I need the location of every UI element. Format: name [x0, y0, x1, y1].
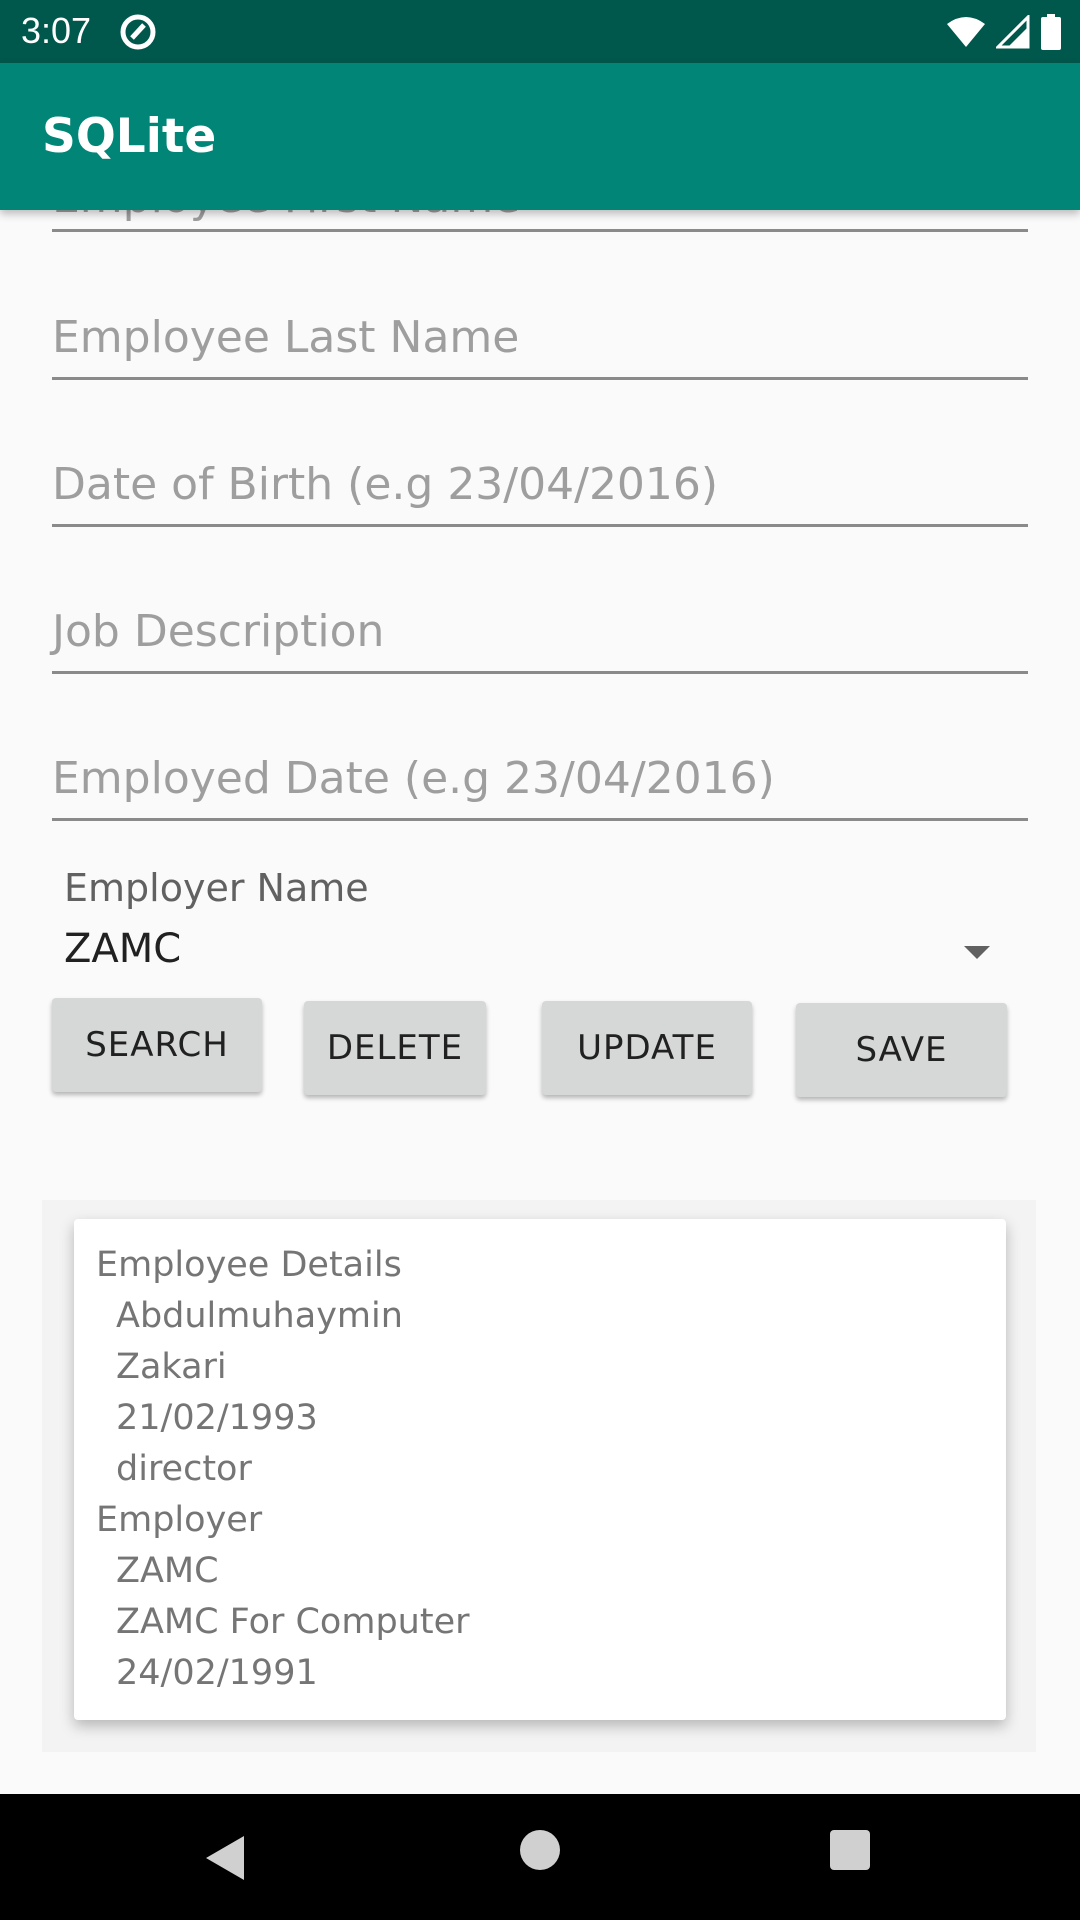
- recents-icon[interactable]: [830, 1830, 870, 1870]
- delete-button[interactable]: DELETE: [304, 1001, 486, 1095]
- status-icons: [946, 12, 1062, 52]
- date-of-birth-field[interactable]: Date of Birth (e.g 23/04/2016): [52, 437, 1028, 527]
- dropdown-arrow-icon: [964, 946, 990, 959]
- details-card: Employee Details Abdulmuhaymin Zakari 21…: [74, 1219, 1006, 1720]
- back-icon[interactable]: [206, 1836, 244, 1880]
- employer-spinner[interactable]: ZAMC: [52, 920, 1012, 984]
- navigation-bar: [0, 1794, 1080, 1920]
- employer-heading: Employer: [96, 1500, 263, 1540]
- search-button[interactable]: SEARCH: [52, 998, 262, 1092]
- wifi-icon: [947, 17, 985, 47]
- app-title: SQLite: [42, 109, 217, 164]
- employee-dob: 21/02/1993: [116, 1398, 318, 1438]
- signal-icon: [996, 15, 1030, 49]
- battery-icon: [1041, 14, 1061, 50]
- employer-name-label: Employer Name: [64, 866, 369, 910]
- status-bar: 3:07: [0, 0, 1080, 63]
- status-time: 3:07: [21, 10, 92, 51]
- employer-selected-value: ZAMC: [64, 926, 182, 972]
- last-name-placeholder: Employee Last Name: [52, 312, 520, 363]
- app-notification-icon: [120, 14, 156, 50]
- date-of-birth-placeholder: Date of Birth (e.g 23/04/2016): [52, 459, 719, 510]
- employer-date: 24/02/1991: [116, 1653, 318, 1693]
- job-description-placeholder: Job Description: [52, 606, 385, 657]
- home-icon[interactable]: [520, 1830, 560, 1870]
- job-description-field[interactable]: Job Description: [52, 584, 1028, 674]
- last-name-field[interactable]: Employee Last Name: [52, 290, 1028, 380]
- employee-last-name: Zakari: [116, 1347, 227, 1387]
- app-bar: SQLite: [0, 63, 1080, 210]
- employed-date-placeholder: Employed Date (e.g 23/04/2016): [52, 753, 775, 804]
- employer-name-value: ZAMC: [116, 1551, 219, 1591]
- employer-description: ZAMC For Computer: [116, 1602, 470, 1642]
- employee-first-name: Abdulmuhaymin: [116, 1296, 403, 1336]
- employee-details-heading: Employee Details: [96, 1245, 402, 1285]
- update-button[interactable]: UPDATE: [542, 1001, 752, 1095]
- employee-job: director: [116, 1449, 252, 1489]
- employed-date-field[interactable]: Employed Date (e.g 23/04/2016): [52, 731, 1028, 821]
- save-button[interactable]: SAVE: [796, 1003, 1007, 1097]
